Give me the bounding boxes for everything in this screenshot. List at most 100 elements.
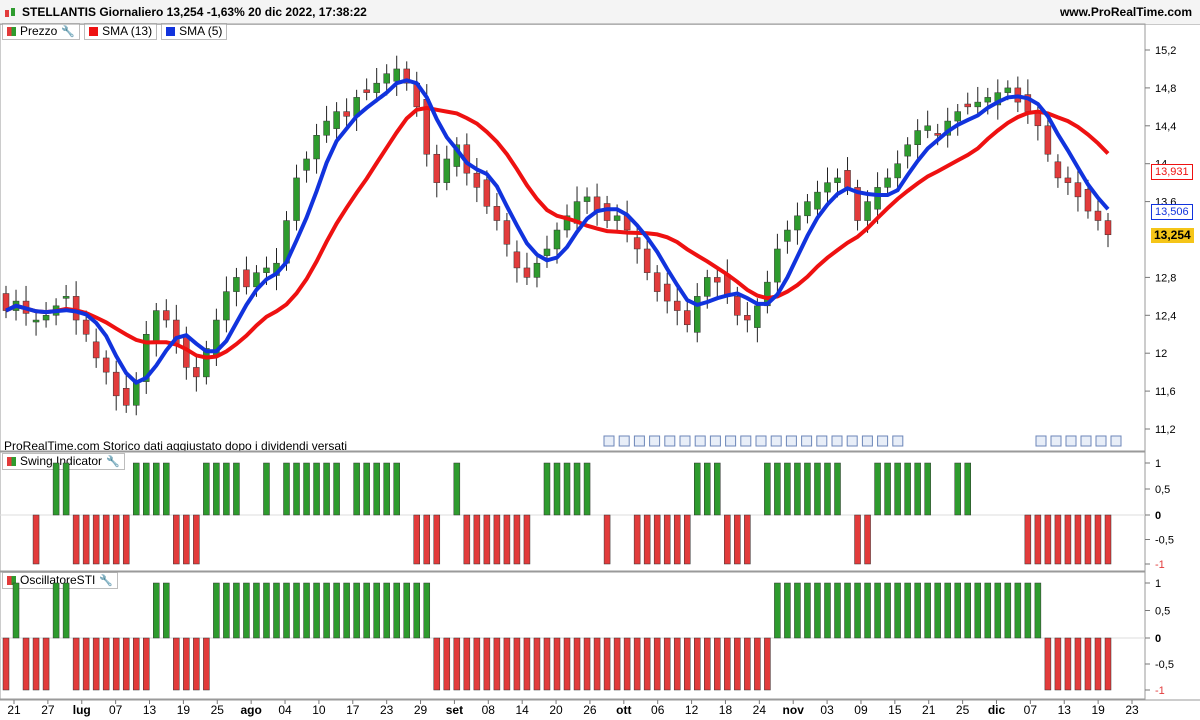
event-icon <box>649 435 661 447</box>
candle-body <box>683 310 691 326</box>
swing-bar <box>864 514 871 565</box>
x-tick-label: 24 <box>753 703 767 717</box>
event-icon <box>846 435 858 447</box>
x-tick-label: 19 <box>177 703 191 717</box>
swing-bar <box>122 514 130 565</box>
candle-body <box>874 187 881 210</box>
swing-bar <box>373 462 380 516</box>
candle-body <box>784 229 791 242</box>
candle-body <box>163 310 170 321</box>
swing-bar <box>213 462 220 516</box>
sti-bar <box>1104 637 1112 691</box>
event-icon <box>816 435 828 447</box>
candle-body <box>82 319 90 335</box>
sti-bar <box>353 582 360 639</box>
swing-bar <box>1024 514 1032 565</box>
candle-body <box>714 277 721 283</box>
sti-bar <box>163 582 170 639</box>
sti-bar <box>694 637 701 691</box>
candle-body <box>964 103 971 108</box>
candle-body <box>894 163 901 179</box>
sti-bar <box>433 637 441 691</box>
candle-body <box>122 388 130 406</box>
swing-bar <box>102 514 110 565</box>
swing-bar <box>683 514 691 565</box>
candle-body <box>704 277 711 297</box>
sti-bar <box>854 582 861 639</box>
sti-bar <box>884 582 891 639</box>
event-icon <box>694 435 706 447</box>
candle-body <box>663 283 671 302</box>
sti-bar <box>1084 637 1092 691</box>
sti-bar <box>263 582 270 639</box>
sti-bar <box>403 582 410 639</box>
event-icon <box>679 435 691 447</box>
swing-bar <box>914 462 921 516</box>
sti-bar <box>814 582 821 639</box>
candle-body <box>734 296 741 316</box>
candle-body <box>543 248 551 256</box>
sti-bar <box>323 582 330 639</box>
candle-body <box>974 101 982 108</box>
x-tick-label: 09 <box>854 703 868 717</box>
candle-body <box>193 367 200 378</box>
swing-bar <box>503 514 511 565</box>
event-icon <box>755 435 767 447</box>
y-tick-label: 1 <box>1155 458 1161 470</box>
sti-bar <box>1044 637 1052 691</box>
candle-body <box>92 341 100 359</box>
swing-bar <box>824 462 831 516</box>
x-tick-label: 25 <box>956 703 970 717</box>
sti-bar <box>794 582 801 639</box>
candle-body <box>303 158 310 171</box>
candle-body <box>643 248 651 273</box>
candle-body <box>112 371 120 397</box>
y-tick-label: 11,2 <box>1155 424 1176 436</box>
sti-bar <box>573 637 581 691</box>
sma13-value-badge: 13,931 <box>1151 164 1193 180</box>
sti-bar <box>173 637 180 691</box>
candle-body <box>804 201 811 217</box>
sti-bar <box>443 637 451 691</box>
candle-body <box>553 229 561 250</box>
candle-body <box>343 111 350 117</box>
sti-bar <box>974 582 982 639</box>
sti-bar <box>373 582 380 639</box>
sti-bar <box>513 637 521 691</box>
sti-bar <box>543 637 551 691</box>
candle-body <box>62 296 70 299</box>
x-tick-label: 21 <box>922 703 936 717</box>
sti-bar <box>1094 637 1102 691</box>
sti-bar <box>924 582 931 639</box>
candle-body <box>934 133 941 136</box>
swing-bar <box>854 514 861 565</box>
chart-canvas[interactable]: 15,214,814,41413,612,812,41211,611,210,5… <box>0 0 1200 720</box>
candle-body <box>754 305 761 328</box>
swing-bar <box>263 462 270 516</box>
swing-bar <box>643 514 651 565</box>
sti-bar <box>333 582 340 639</box>
swing-bar <box>92 514 100 565</box>
candle-body <box>744 315 751 321</box>
sti-bar <box>343 582 350 639</box>
swing-bar <box>353 462 360 516</box>
swing-bar <box>393 462 400 516</box>
candle-body <box>904 144 911 157</box>
y-tick-label: -0,5 <box>1155 659 1174 671</box>
candle-body <box>42 315 50 321</box>
sti-bar <box>22 637 30 691</box>
swing-bar <box>52 462 60 516</box>
swing-bar <box>784 462 791 516</box>
swing-bar <box>283 462 290 516</box>
event-icon <box>770 435 782 447</box>
sti-bar <box>213 582 220 639</box>
sti-bar <box>944 582 951 639</box>
swing-bar <box>82 514 90 565</box>
swing-bar <box>223 462 230 516</box>
sti-bar <box>563 637 571 691</box>
sti-bar <box>673 637 681 691</box>
sti-bar <box>143 637 150 691</box>
event-icon <box>877 435 889 447</box>
x-tick-label: dic <box>988 703 1006 717</box>
candle-body <box>383 73 390 84</box>
